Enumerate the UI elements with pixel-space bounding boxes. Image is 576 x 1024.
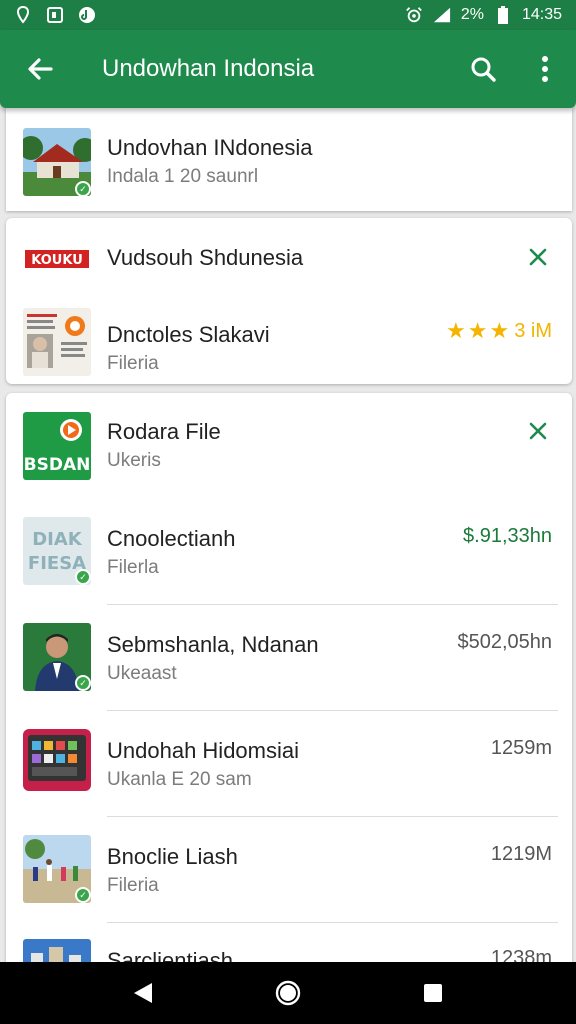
- item-title: Cnoolectianh: [107, 526, 236, 551]
- item-title: Undovhan INdonesia: [107, 135, 313, 160]
- logo-text: KOUKU: [31, 253, 83, 268]
- item-subtitle: Fileria: [107, 875, 159, 896]
- rating: ★ ★ ★ 3 iM: [446, 318, 552, 344]
- item-thumbnail: [23, 729, 91, 791]
- back-arrow-icon: [28, 58, 53, 80]
- list-item[interactable]: KOUKU Vudsouh Shdunesia: [6, 218, 572, 298]
- logo-text: BSDAN: [24, 455, 91, 475]
- dismiss-button[interactable]: [524, 243, 552, 271]
- status-bar: 2% 14:35: [0, 0, 576, 30]
- item-size: 1219M: [490, 843, 552, 865]
- card-1: ✓ Undovhan INdonesia Indala 1 20 saunrl: [6, 108, 572, 211]
- card-3: BSDAN Rodara File Ukeris DIAK FIESA ✓ Cn…: [6, 393, 572, 962]
- more-vert-icon: [542, 56, 548, 82]
- dismiss-button[interactable]: [524, 417, 552, 445]
- item-title: Vudsouh Shdunesia: [107, 245, 304, 270]
- item-subtitle: Ukeris: [107, 450, 161, 471]
- nav-back-icon: [133, 983, 152, 1003]
- logo-text: DIAK: [32, 529, 83, 550]
- close-icon: [529, 422, 547, 440]
- system-nav-bar: [0, 962, 576, 1024]
- verified-check-icon: ✓: [75, 569, 91, 585]
- nav-recents-button[interactable]: [403, 968, 463, 1018]
- nav-back-button[interactable]: [113, 968, 173, 1018]
- item-title: Sarclientiash: [107, 948, 233, 962]
- item-thumbnail: [23, 308, 91, 376]
- item-subtitle: Ukanla E 20 sam: [107, 769, 252, 790]
- star-icon: ★: [446, 318, 466, 343]
- alarm-icon: [405, 6, 423, 24]
- list-item[interactable]: BSDAN Rodara File Ukeris: [6, 393, 572, 499]
- back-button[interactable]: [0, 30, 80, 108]
- list-item[interactable]: Sarclientiash 1238m: [6, 923, 572, 962]
- item-title: Dnctoles Slakavi: [107, 322, 270, 347]
- card-2: KOUKU Vudsouh Shdunesia Dnctoles Slakavi…: [6, 218, 572, 384]
- list-item[interactable]: ✓ Undovhan INdonesia Indala 1 20 saunrl: [6, 108, 572, 211]
- location-icon: [14, 6, 32, 24]
- rating-value: 3 iM: [514, 319, 552, 342]
- battery-icon: [494, 6, 512, 24]
- item-thumbnail: KOUKU: [23, 240, 91, 278]
- close-icon: [529, 248, 547, 266]
- verified-check-icon: ✓: [75, 675, 91, 691]
- clock: 14:35: [521, 6, 562, 23]
- item-subtitle: Ukeaast: [107, 663, 177, 684]
- item-title: Rodara File: [107, 419, 221, 444]
- app-bar: Undowhan Indonsia: [0, 30, 576, 108]
- item-size: 1259m: [490, 737, 552, 759]
- star-icon: ★: [467, 318, 488, 343]
- star-icon: ★: [489, 318, 510, 343]
- nav-home-icon: [275, 980, 301, 1006]
- verified-check-icon: ✓: [75, 887, 91, 903]
- list-item[interactable]: ✓ Bnoclie Liash Fileria 1219M: [6, 817, 572, 923]
- list-item[interactable]: DIAK FIESA ✓ Cnoolectianh Filerla $.91,3…: [6, 499, 572, 605]
- search-icon: [471, 57, 496, 82]
- nav-home-button[interactable]: [258, 968, 318, 1018]
- list-item[interactable]: ✓ Sebmshanla, Ndanan Ukeaast $502,05hn: [6, 605, 572, 711]
- item-title: Sebmshanla, Ndanan: [107, 632, 319, 657]
- item-thumbnail: BSDAN: [23, 412, 91, 480]
- item-title: Bnoclie Liash: [107, 844, 238, 869]
- item-subtitle: Indala 1 20 saunrl: [107, 166, 259, 187]
- gallery-icon: [46, 6, 64, 24]
- list-item[interactable]: Undohah Hidomsiai Ukanla E 20 sam 1259m: [6, 711, 572, 817]
- item-subtitle: Filerla: [107, 557, 159, 578]
- signal-icon: [433, 6, 451, 24]
- item-price: $502,05hn: [457, 631, 552, 653]
- nav-recents-icon: [424, 984, 443, 1002]
- item-price: $.91,33hn: [463, 525, 552, 547]
- more-options-button[interactable]: [514, 30, 576, 108]
- verified-check-icon: ✓: [75, 181, 91, 197]
- search-button[interactable]: [452, 30, 514, 108]
- list-item[interactable]: Dnctoles Slakavi Fileria ★ ★ ★ 3 iM: [6, 298, 572, 384]
- item-title: Undohah Hidomsiai: [107, 738, 299, 763]
- item-subtitle: Fileria: [107, 353, 159, 374]
- music-icon: [78, 6, 96, 24]
- battery-percent: 2%: [460, 6, 484, 23]
- item-thumbnail: [23, 939, 91, 962]
- item-size: 1238m: [490, 947, 552, 962]
- page-title: Undowhan Indonsia: [102, 55, 315, 82]
- app-list: ✓ Undovhan INdonesia Indala 1 20 saunrl …: [0, 108, 576, 962]
